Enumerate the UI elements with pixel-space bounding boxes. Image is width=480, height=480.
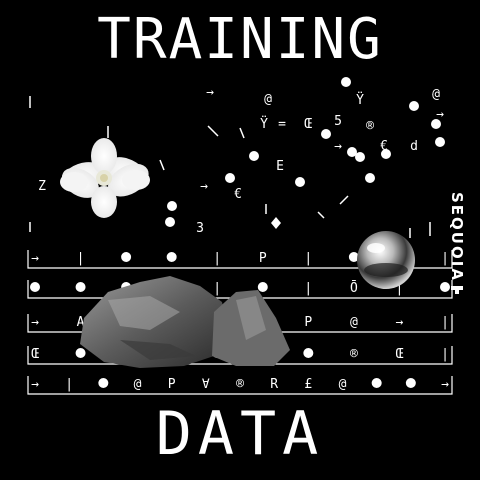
row-5-glyph: ∀ xyxy=(202,377,210,392)
scatter-glyph: 5 xyxy=(334,114,342,129)
row-1-glyph: → xyxy=(31,251,39,266)
scatter-glyph: → xyxy=(206,85,214,100)
scatter-dot xyxy=(347,147,357,157)
row-5-dot xyxy=(98,378,109,388)
scatter-glyph: ® xyxy=(366,119,374,134)
row-1-glyph: | xyxy=(304,251,312,266)
row-2-dot xyxy=(75,282,86,292)
row-5-dot xyxy=(371,378,382,388)
row-1-dot xyxy=(166,252,177,262)
row-4-glyph: ® xyxy=(350,347,358,362)
brand-text: SEQUOIA xyxy=(448,192,466,282)
scatter-stroke xyxy=(239,127,245,139)
scatter-stroke xyxy=(339,195,349,205)
row-2-dot xyxy=(30,282,40,292)
stone-image xyxy=(80,276,290,368)
scatter-dot xyxy=(295,177,305,187)
brand-logo: SEQUOIA xyxy=(446,192,468,290)
row-5-glyph: £ xyxy=(304,377,312,392)
scatter-stroke xyxy=(159,159,165,171)
scatter-dot xyxy=(365,173,375,183)
row-1-dot xyxy=(121,252,132,262)
row-3-glyph: → xyxy=(396,315,404,330)
row-4-glyph: | xyxy=(441,347,449,362)
row-2-glyph: | xyxy=(304,281,312,296)
scatter-glyph: Z xyxy=(38,179,46,194)
row-4-dot xyxy=(303,348,314,358)
scatter-stroke xyxy=(317,211,325,219)
row-1-glyph: | xyxy=(213,251,221,266)
scatter-dot xyxy=(167,201,177,211)
scatter-glyph: Ÿ xyxy=(260,116,268,132)
row-2-glyph: | xyxy=(213,281,221,296)
scatter-diamond xyxy=(271,217,281,229)
row-5-glyph: → xyxy=(441,377,449,392)
scatter-dot xyxy=(321,129,331,139)
row-5-glyph: R xyxy=(270,377,278,392)
scatter-glyph: → xyxy=(200,179,208,194)
row-5-glyph: → xyxy=(31,377,39,392)
brand-mark-icon xyxy=(451,285,463,290)
scatter-glyph: @ xyxy=(432,87,440,102)
scatter-dot xyxy=(409,101,419,111)
scatter-glyph: d xyxy=(410,139,418,154)
row-5-glyph: @ xyxy=(134,377,142,392)
row-5-glyph: P xyxy=(168,377,176,392)
flower-image xyxy=(60,138,150,218)
row-5-dot xyxy=(405,378,416,388)
row-4-dot xyxy=(75,348,86,358)
row-3-glyph: → xyxy=(31,315,39,330)
scatter-stroke xyxy=(207,125,219,137)
row-2-dot xyxy=(257,282,268,292)
scatter-dot xyxy=(249,151,259,161)
poster: TRAINING DATA →||P|E|||Ō|→A|→UP@→|Œ|→©®Œ… xyxy=(0,0,480,480)
scatter-dot xyxy=(225,173,235,183)
scatter-glyph: = xyxy=(278,117,286,132)
scatter-glyph: € xyxy=(234,187,242,202)
row-3-glyph: @ xyxy=(350,315,358,330)
scatter-dot xyxy=(341,77,351,87)
row-5-glyph: @ xyxy=(339,377,347,392)
row-2-glyph: Ō xyxy=(350,281,358,296)
scatter-dot xyxy=(435,137,445,147)
grid-graphic: →||P|E|||Ō|→A|→UP@→|Œ|→©®Œ|→|@P∀®R£@→ @Ÿ… xyxy=(27,77,453,395)
row-5-glyph: | xyxy=(65,377,73,392)
row-3-glyph: P xyxy=(304,315,312,330)
row-4-glyph: Œ xyxy=(396,347,404,362)
scatter-dot xyxy=(431,119,441,129)
scatter-glyph: → xyxy=(334,139,342,154)
scatter-glyph: 3 xyxy=(196,221,204,236)
scatter-glyph: Œ xyxy=(304,117,312,132)
scatter-glyph: Ÿ xyxy=(356,92,364,108)
row-2-dot xyxy=(440,282,450,292)
row-1-glyph: | xyxy=(77,251,85,266)
row-1-glyph: P xyxy=(259,251,267,266)
chrome-sphere-image xyxy=(357,231,415,289)
row-3-glyph: | xyxy=(441,315,449,330)
row-5-glyph: ® xyxy=(236,377,244,392)
scatter-glyph: @ xyxy=(264,92,272,107)
scatter-dot xyxy=(381,149,391,159)
scatter-glyph: E xyxy=(276,159,284,174)
row-4-glyph: Œ xyxy=(31,347,39,362)
scatter-dot xyxy=(165,217,175,227)
